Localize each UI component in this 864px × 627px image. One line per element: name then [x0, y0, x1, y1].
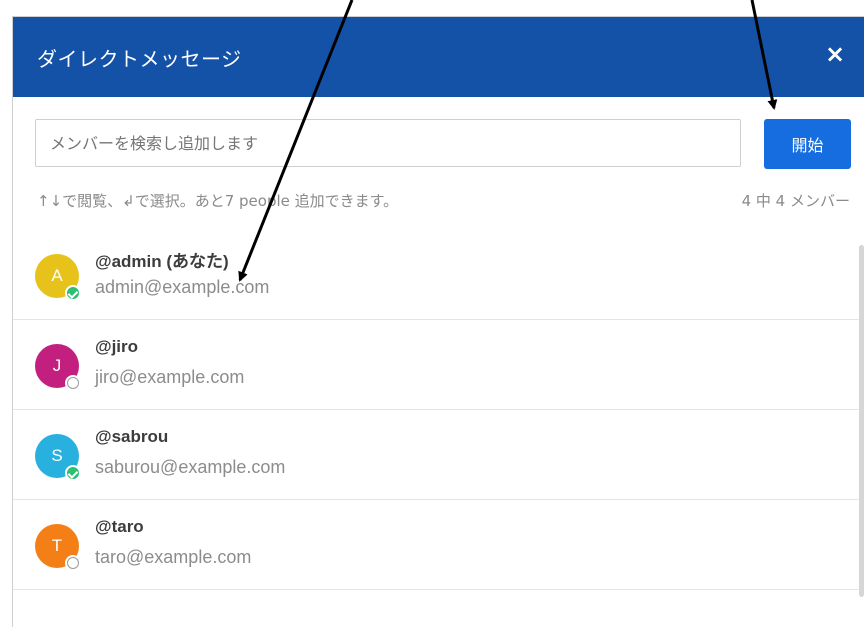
member-email: admin@example.com	[95, 277, 270, 297]
dialog-title: ダイレクトメッセージ	[37, 47, 242, 71]
direct-message-dialog: ダイレクトメッセージ × 開始 ↑↓で閲覧、↲で選択。あと7 people 追加…	[12, 16, 864, 627]
status-online-icon	[65, 285, 81, 301]
member-username: @taro	[95, 517, 144, 536]
member-count: 4 中 4 メンバー	[741, 192, 850, 210]
member-row-admin[interactable]: A @admin (あなた) admin@example.com	[13, 229, 864, 320]
member-email: jiro@example.com	[95, 367, 245, 387]
status-offline-icon	[65, 555, 81, 571]
member-list: A @admin (あなた) admin@example.com J @jiro…	[13, 229, 864, 627]
start-button[interactable]: 開始	[764, 119, 851, 169]
member-row-taro[interactable]: T @taro taro@example.com	[13, 499, 864, 590]
status-online-icon	[65, 465, 81, 481]
member-email: taro@example.com	[95, 547, 252, 567]
member-email: saburou@example.com	[95, 457, 286, 477]
keyboard-hint: ↑↓で閲覧、↲で選択。あと7 people 追加できます。	[37, 192, 399, 210]
member-username: @sabrou	[95, 427, 169, 446]
close-icon[interactable]: ×	[824, 42, 846, 66]
status-offline-icon	[65, 375, 81, 391]
member-row-sabrou[interactable]: S @sabrou saburou@example.com	[13, 409, 864, 500]
dialog-header: ダイレクトメッセージ ×	[13, 17, 864, 97]
member-username: @admin (あなた)	[95, 252, 229, 271]
scrollbar[interactable]	[859, 245, 864, 597]
member-search-input[interactable]	[35, 119, 741, 167]
member-row-jiro[interactable]: J @jiro jiro@example.com	[13, 319, 864, 410]
member-username: @jiro	[95, 337, 139, 356]
